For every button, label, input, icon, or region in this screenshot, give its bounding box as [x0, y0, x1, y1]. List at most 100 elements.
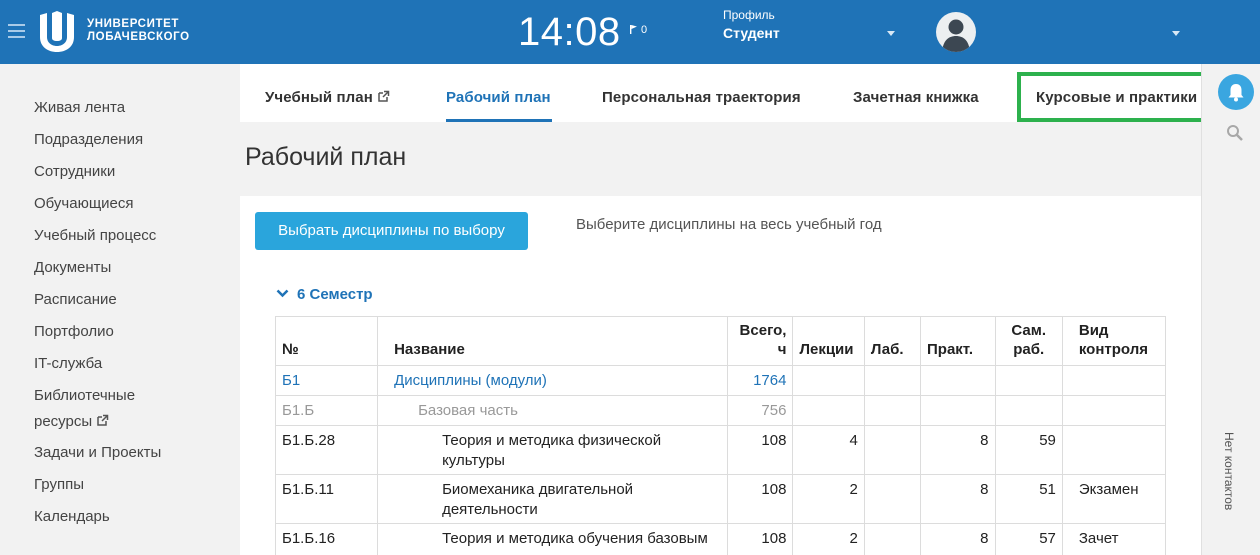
row-labs — [863, 474, 922, 524]
row-self: 59 — [994, 425, 1063, 475]
sidebar-item-library-label: Библиотечные ресурсы — [34, 387, 136, 430]
tab-curriculum-label: Учебный план — [265, 89, 373, 106]
clock: 14:08 — [518, 10, 621, 54]
row-lectures: 2 — [792, 523, 865, 555]
sidebar: Живая лента Подразделения Сотрудники Обу… — [0, 64, 240, 555]
sidebar-item-students[interactable]: Обучающиеся — [0, 188, 240, 220]
row-labs — [863, 395, 922, 426]
row-lectures: 2 — [792, 474, 865, 524]
table-row: Б1.Б.28 Теория и методика физической кул… — [274, 425, 1167, 475]
row-self: 57 — [994, 523, 1063, 555]
row-practice: 8 — [920, 523, 996, 555]
row-code: Б1.Б.16 — [274, 523, 379, 555]
row-total: 108 — [727, 425, 794, 475]
work-plan-table: № Название Всего, ч Лекции Лаб. Практ. Са… — [274, 316, 1167, 555]
user-icon — [942, 19, 970, 52]
row-practice — [920, 395, 996, 426]
tab-work-plan[interactable]: Рабочий план — [446, 89, 551, 106]
row-code: Б1.Б.28 — [274, 425, 379, 475]
header-self-line2: раб. — [1013, 341, 1045, 358]
sidebar-item-it-service[interactable]: IT-служба — [0, 348, 240, 380]
row-code: Б1.Б — [274, 395, 379, 426]
table-row: Б1.Б.11 Биомеханика двигательной деятель… — [274, 474, 1167, 524]
row-control — [1061, 395, 1167, 426]
chevron-down-icon — [276, 289, 289, 298]
row-control — [1061, 365, 1167, 396]
row-total: 1764 — [727, 365, 794, 396]
flag-icon[interactable] — [630, 25, 637, 34]
header-control: Вид контроля — [1061, 316, 1167, 366]
top-bar: УНИВЕРСИТЕТ ЛОБАЧЕВСКОГО 14:08 0 Профиль… — [0, 0, 1260, 64]
no-contacts-label: Нет контактов — [1222, 432, 1236, 511]
menu-icon[interactable] — [8, 24, 25, 38]
bell-icon — [1228, 84, 1244, 102]
header-self-study: Сам. раб. — [994, 316, 1063, 366]
notifications-button[interactable] — [1218, 74, 1254, 110]
row-practice — [920, 365, 996, 396]
sidebar-item-documents[interactable]: Документы — [0, 252, 240, 284]
header-labs: Лаб. — [863, 316, 922, 366]
semester-toggle[interactable]: 6 Семестр — [276, 286, 373, 303]
search-icon[interactable] — [1226, 124, 1244, 142]
tab-curriculum[interactable]: Учебный план — [265, 89, 390, 106]
profile-label: Профиль — [723, 8, 775, 22]
header-control-line1: Вид — [1078, 322, 1109, 339]
highlight-box — [1017, 72, 1215, 122]
row-self: 51 — [994, 474, 1063, 524]
choose-electives-button[interactable]: Выбрать дисциплины по выбору — [255, 212, 528, 250]
table-header-row: № Название Всего, ч Лекции Лаб. Практ. Са… — [274, 316, 1167, 366]
profile-chevron-down-icon[interactable] — [887, 31, 895, 36]
sidebar-item-departments[interactable]: Подразделения — [0, 124, 240, 156]
row-control — [1061, 425, 1167, 475]
tab-personal-track[interactable]: Персональная траектория — [602, 89, 801, 106]
header-total-line2: ч — [777, 341, 787, 358]
university-name[interactable]: УНИВЕРСИТЕТ ЛОБАЧЕВСКОГО — [87, 18, 190, 44]
row-total: 108 — [727, 474, 794, 524]
profile-select[interactable]: Студент — [723, 25, 780, 41]
sidebar-item-feed[interactable]: Живая лента — [0, 92, 240, 124]
row-labs — [863, 523, 922, 555]
sidebar-item-schedule[interactable]: Расписание — [0, 284, 240, 316]
sidebar-item-calendar[interactable]: Календарь — [0, 501, 240, 533]
tab-record-book[interactable]: Зачетная книжка — [853, 89, 979, 106]
header-lectures: Лекции — [792, 316, 865, 366]
table-row[interactable]: Б1 Дисциплины (модули) 1764 — [274, 365, 1167, 396]
row-lectures: 4 — [792, 425, 865, 475]
row-labs — [863, 425, 922, 475]
sidebar-item-library[interactable]: Библиотечные ресурсы — [0, 380, 180, 437]
logo-line2: ЛОБАЧЕВСКОГО — [87, 31, 190, 43]
row-self — [994, 395, 1063, 426]
sidebar-item-employees[interactable]: Сотрудники — [0, 156, 240, 188]
sidebar-item-education[interactable]: Учебный процесс — [0, 220, 240, 252]
logo-line1: УНИВЕРСИТЕТ — [87, 18, 179, 30]
header-practice: Практ. — [920, 316, 996, 366]
sidebar-item-groups[interactable]: Группы — [0, 469, 240, 501]
header-name: Название — [377, 316, 729, 366]
row-name: Теория и методика физической культуры — [377, 425, 729, 475]
sidebar-item-portfolio[interactable]: Портфолио — [0, 316, 240, 348]
table-row: Б1.Б Базовая часть 756 — [274, 395, 1167, 426]
row-control: Экзамен — [1061, 474, 1167, 524]
flag-count: 0 — [641, 24, 648, 36]
semester-label: 6 Семестр — [297, 286, 373, 303]
row-code: Б1.Б.11 — [274, 474, 379, 524]
row-name: Базовая часть — [377, 395, 729, 426]
table-row: Б1.Б.16 Теория и методика обучения базов… — [274, 523, 1167, 555]
hint-text: Выберите дисциплины на весь учебный год — [576, 216, 882, 233]
row-total: 108 — [727, 523, 794, 555]
row-control: Зачет — [1061, 523, 1167, 555]
external-link-icon — [378, 90, 390, 102]
row-name[interactable]: Дисциплины (модули) — [377, 365, 729, 396]
user-menu-chevron-down-icon[interactable] — [1172, 31, 1180, 36]
university-logo-icon[interactable] — [38, 11, 76, 53]
row-code[interactable]: Б1 — [274, 365, 379, 396]
row-name: Биомеханика двигательной деятельности — [377, 474, 729, 524]
row-labs — [863, 365, 922, 396]
external-link-icon — [97, 414, 109, 426]
row-practice: 8 — [920, 474, 996, 524]
header-self-line1: Сам. — [1011, 322, 1046, 339]
sidebar-item-tasks[interactable]: Задачи и Проекты — [0, 437, 240, 469]
row-practice: 8 — [920, 425, 996, 475]
row-name: Теория и методика обучения базовым видам… — [377, 523, 729, 555]
avatar[interactable] — [936, 12, 976, 52]
